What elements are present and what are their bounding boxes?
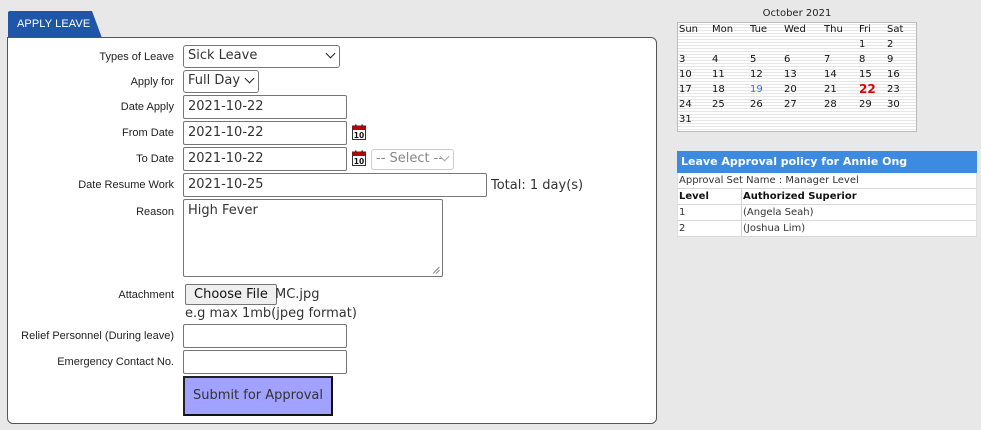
to-date-input[interactable]: 2021-10-22 [183,147,347,171]
attachment-label: Attachment [118,289,174,301]
calendar-day[interactable]: 12 [750,69,763,80]
total-days-text: Total: 1 day(s) [491,178,584,193]
calendar-day[interactable]: 11 [712,69,725,80]
attachment-filename: MC.jpg [275,287,320,302]
chevron-down-icon [325,48,336,59]
types-of-leave-label: Types of Leave [99,51,174,63]
calendar-day[interactable]: 22 [859,82,876,96]
date-apply-input[interactable]: 2021-10-22 [183,95,347,119]
calendar-day[interactable]: 17 [679,84,692,95]
reason-textarea[interactable]: High Fever [183,199,443,277]
level-cell: 2 [679,223,686,234]
calendar-day[interactable]: 13 [784,69,797,80]
submit-for-approval-button[interactable]: Submit for Approval [183,376,333,416]
calendar-day[interactable]: 8 [859,54,865,65]
calendar-day[interactable]: 23 [887,84,900,95]
weekday-header: Tue [750,24,768,35]
calendar-day[interactable]: 19 [750,84,763,95]
calendar-day[interactable]: 7 [824,54,830,65]
tab-apply-leave[interactable]: APPLY LEAVE [8,11,102,38]
level-column-header: Level [679,191,709,202]
approval-set-row: Approval Set Name : Manager Level [677,173,977,189]
calendar-day[interactable]: 27 [784,99,797,110]
level-cell: 1 [679,207,686,218]
calendar-picker-icon[interactable]: 10 [352,150,366,166]
calendar-picker-icon[interactable]: 10 [352,124,366,140]
apply-for-label: Apply for [130,76,174,88]
emergency-contact-label: Emergency Contact No. [57,356,174,368]
relief-personnel-input[interactable] [183,324,347,348]
superior-cell: (Joshua Lim) [741,221,806,236]
calendar-day[interactable]: 15 [859,69,872,80]
from-date-label: From Date [122,127,174,139]
reason-label: Reason [136,206,174,218]
choose-file-button[interactable]: Choose File [185,284,277,305]
calendar-day[interactable]: 18 [712,84,725,95]
table-row: 2 (Joshua Lim) [677,221,977,237]
calendar-day[interactable]: 6 [784,54,790,65]
calendar-icon-day: 10 [354,131,364,140]
weekday-header: Thu [824,24,843,35]
types-of-leave-value: Sick Leave [188,48,258,63]
attachment-hint: e.g max 1mb(jpeg format) [185,306,357,321]
date-apply-label: Date Apply [120,101,174,113]
calendar-day[interactable]: 21 [824,84,837,95]
from-date-input[interactable]: 2021-10-22 [183,121,347,145]
types-of-leave-select[interactable]: Sick Leave [183,45,340,68]
emergency-contact-input[interactable] [183,350,347,374]
calendar-day[interactable]: 1 [859,39,865,50]
table-row: 1 (Angela Seah) [677,205,977,221]
calendar-day[interactable]: 30 [887,99,900,110]
calendar-day[interactable]: 14 [824,69,837,80]
reason-text: High Fever [188,203,258,218]
mini-calendar: Sun Mon Tue Wed Thu Fri Sat 1 2 3 4 5 6 7 8 9 10 11 12 13 14… [677,22,917,132]
to-date-period-select[interactable]: -- Select -- [371,149,454,170]
superior-column-header: Authorized Superior [741,189,857,204]
to-date-period-value: -- Select -- [376,151,444,166]
calendar-icon-day: 10 [354,157,364,166]
weekday-header: Sun [679,24,699,35]
calendar-day[interactable]: 20 [784,84,797,95]
weekday-header: Wed [784,24,806,35]
approval-policy-panel: Leave Approval policy for Annie Ong Appr… [677,151,977,237]
calendar-day[interactable]: 24 [679,99,692,110]
weekday-header: Mon [712,24,734,35]
calendar-title: October 2021 [762,8,832,19]
calendar-day[interactable]: 10 [679,69,692,80]
apply-leave-form: Types of Leave Sick Leave Apply for Full… [7,37,657,424]
calendar-day[interactable]: 29 [859,99,872,110]
policy-header-row: Level Authorized Superior [677,189,977,205]
relief-personnel-label: Relief Personnel (During leave) [21,330,174,342]
to-date-label: To Date [136,153,174,165]
calendar-day[interactable]: 16 [887,69,900,80]
date-resume-input[interactable]: 2021-10-25 [183,173,487,197]
apply-for-select[interactable]: Full Day [183,70,259,93]
calendar-day[interactable]: 3 [679,54,685,65]
calendar-day[interactable]: 31 [679,114,692,125]
calendar-day[interactable]: 25 [712,99,725,110]
calendar-day[interactable]: 28 [824,99,837,110]
calendar-day[interactable]: 5 [750,54,756,65]
weekday-header: Fri [859,24,871,35]
tab-label: APPLY LEAVE [17,18,91,30]
approval-set-text: Approval Set Name : Manager Level [679,175,859,186]
weekday-header: Sat [887,24,904,35]
calendar-day[interactable]: 2 [887,39,893,50]
resize-handle-icon[interactable] [432,266,440,274]
chevron-down-icon [244,73,255,84]
calendar-day[interactable]: 9 [887,54,893,65]
date-resume-label: Date Resume Work [78,179,174,191]
calendar-day[interactable]: 26 [750,99,763,110]
apply-for-value: Full Day [188,73,241,88]
policy-title: Leave Approval policy for Annie Ong [677,151,977,173]
superior-cell: (Angela Seah) [741,205,814,220]
calendar-day[interactable]: 4 [712,54,718,65]
